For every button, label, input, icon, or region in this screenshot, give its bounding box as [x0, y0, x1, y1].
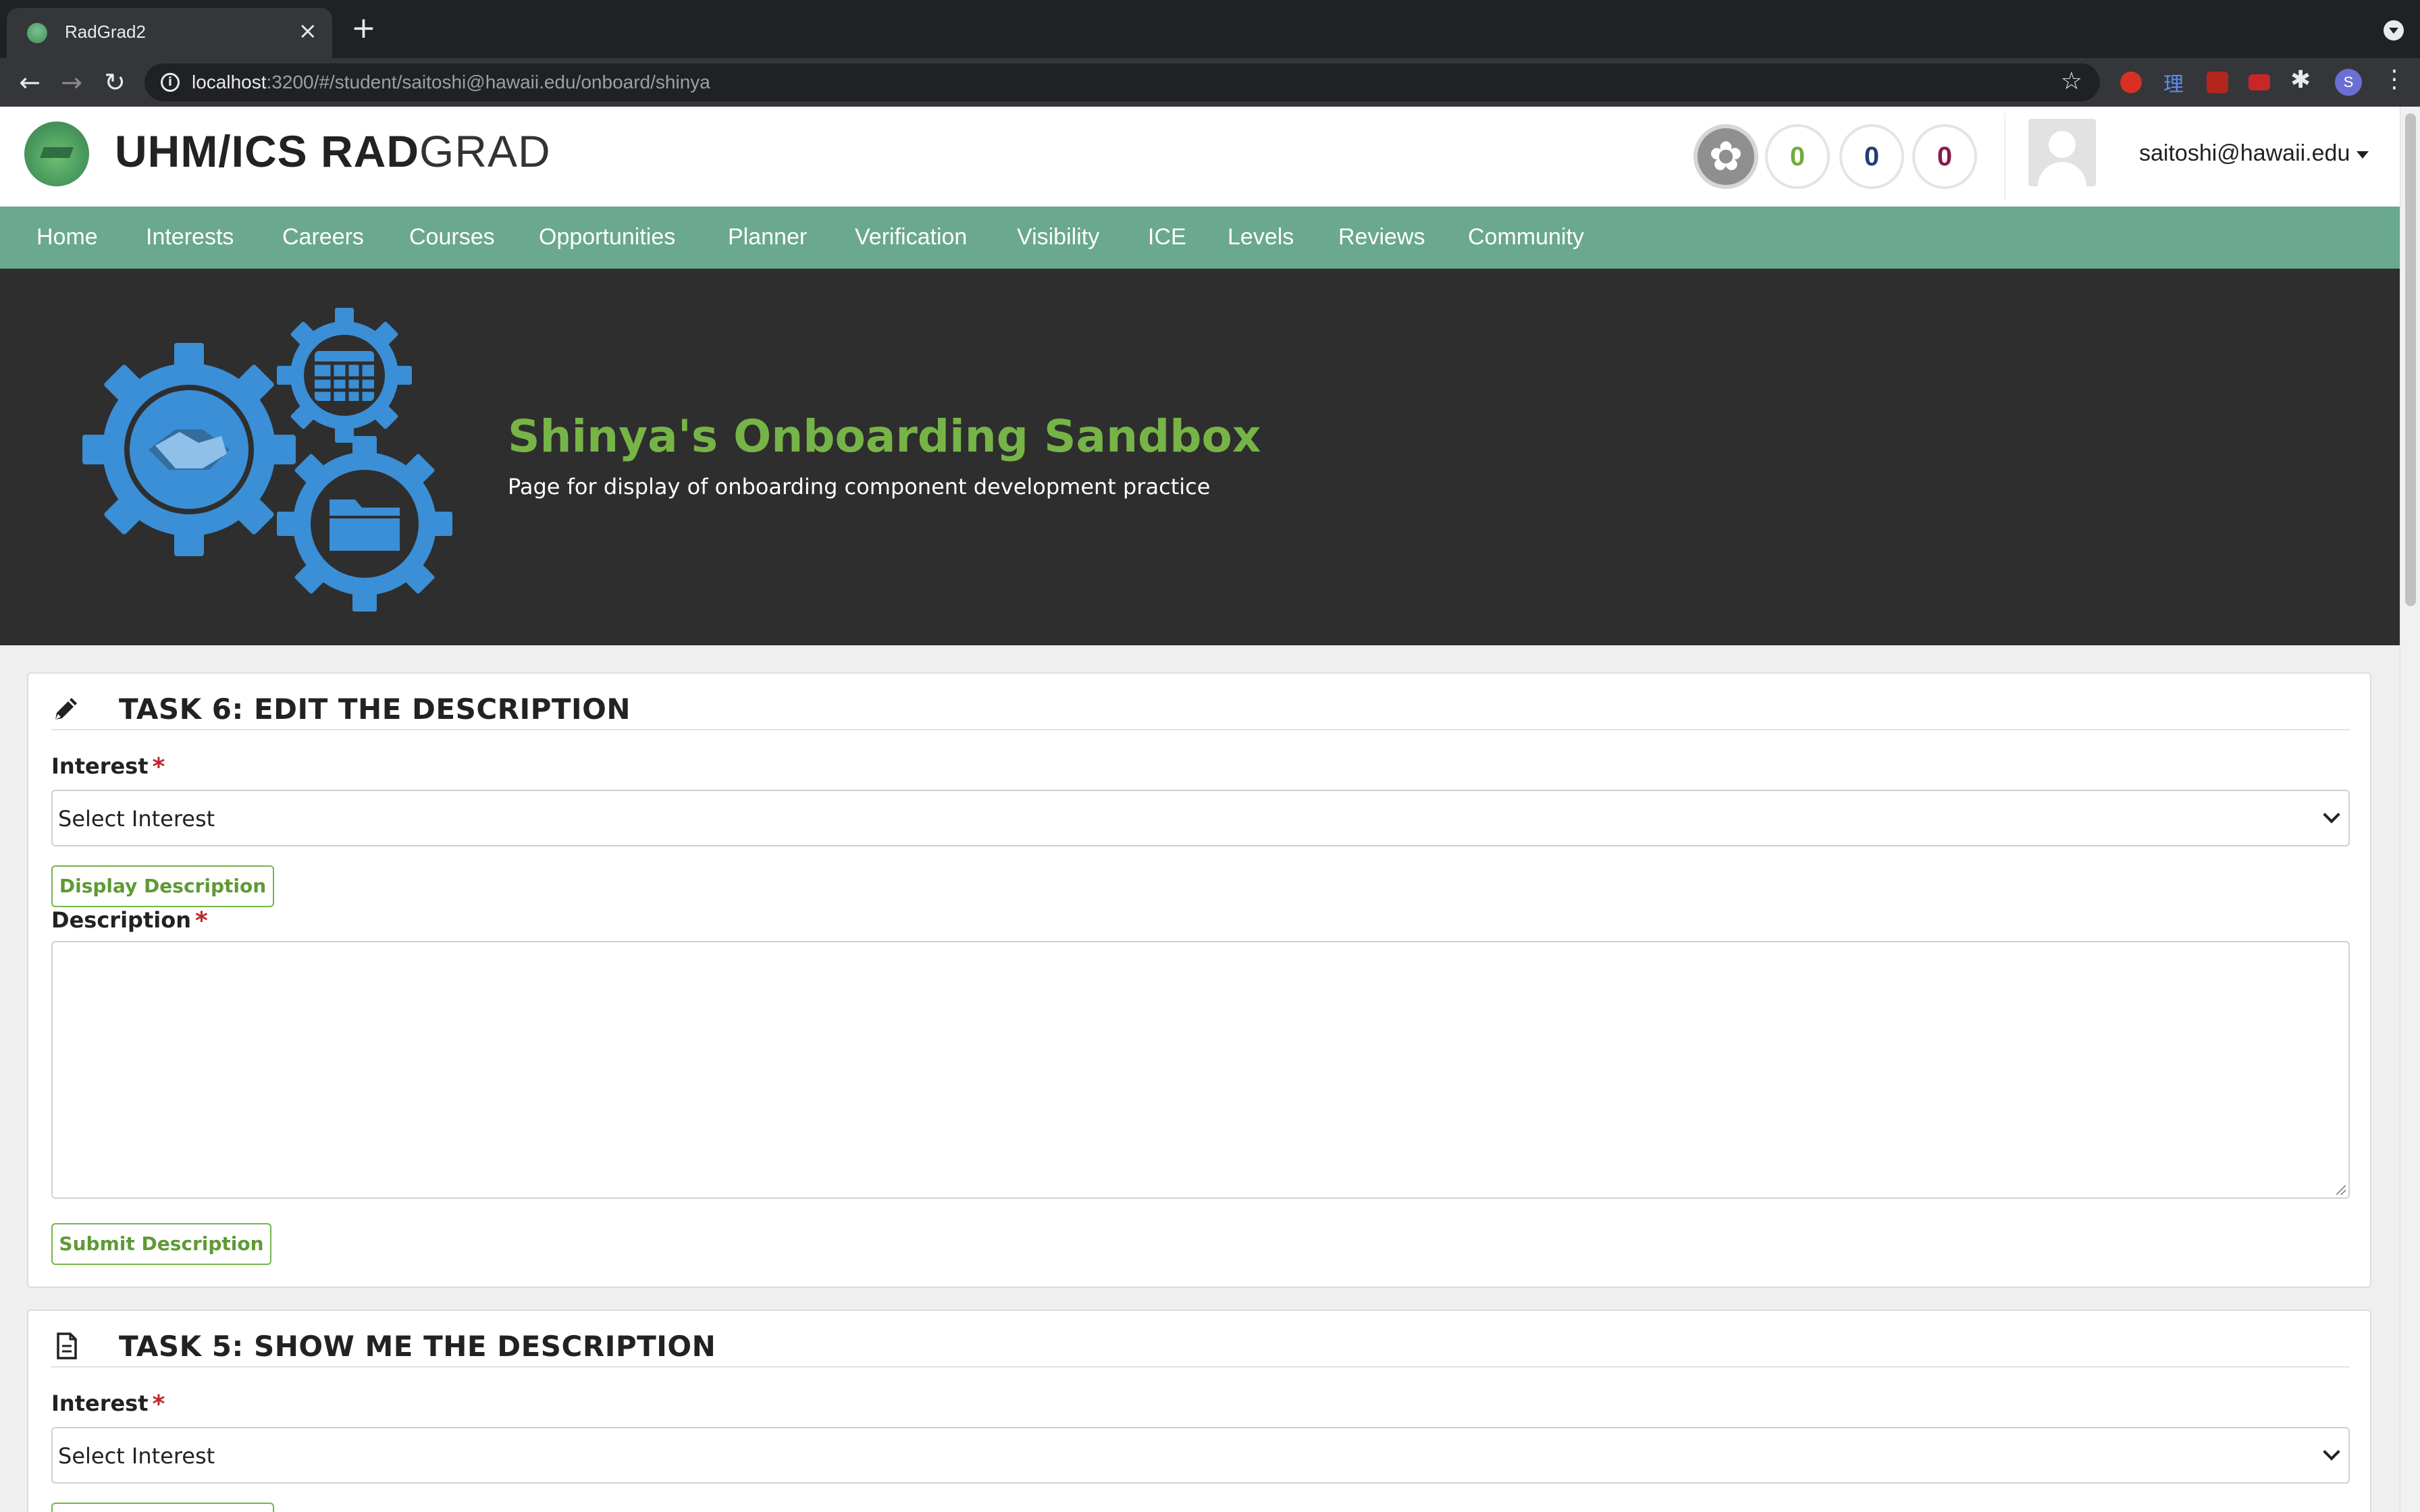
extension-icon[interactable]: [2207, 72, 2228, 93]
new-tab-icon[interactable]: +: [351, 14, 376, 43]
header-divider: [2004, 113, 2005, 200]
url-text: localhost:3200/#/student/saitoshi@hawaii…: [192, 72, 710, 92]
task5-card: TASK 5: SHOW ME THE DESCRIPTION Interest…: [27, 1310, 2371, 1512]
interest-select[interactable]: Select Interest: [51, 790, 2350, 846]
browser-tabstrip: RadGrad2 × +: [0, 0, 2420, 58]
interest-label: Interest *: [51, 753, 165, 781]
chevron-down-icon: [2323, 806, 2340, 824]
task6-header: TASK 6: EDIT THE DESCRIPTION: [51, 691, 2350, 730]
brand-title[interactable]: UHM/ICS RADGRAD: [115, 126, 551, 177]
display-description-button[interactable]: [51, 1503, 274, 1512]
browser-toolbar: ← → ↻ i localhost:3200/#/student/saitosh…: [0, 58, 2420, 107]
nav-item-interests[interactable]: Interests: [146, 224, 234, 250]
required-mark: *: [152, 753, 165, 781]
task6-card: TASK 6: EDIT THE DESCRIPTION Interest * S…: [27, 672, 2371, 1288]
nav-item-careers[interactable]: Careers: [282, 224, 364, 250]
banner-title: Shinya's Onboarding Sandbox: [508, 410, 1261, 462]
gears-illustration-icon: [82, 308, 452, 612]
back-icon[interactable]: ←: [14, 66, 46, 99]
ice-innovation-score[interactable]: 0: [1765, 124, 1830, 189]
tab-title: RadGrad2: [65, 22, 146, 42]
star-icon[interactable]: ☆: [2061, 68, 2082, 95]
extension-icon[interactable]: 理: [2163, 68, 2188, 97]
required-mark: *: [152, 1390, 165, 1418]
ice-emblem-icon[interactable]: ✿: [1693, 124, 1758, 189]
tab-close-icon[interactable]: ×: [298, 18, 318, 45]
resize-grip-icon[interactable]: [2336, 1185, 2346, 1195]
description-textarea[interactable]: [51, 941, 2350, 1199]
pencil-icon: [55, 698, 77, 720]
user-menu[interactable]: saitoshi@hawaii.edu: [2139, 140, 2369, 167]
app-header: UHM/ICS RADGRAD ✿ 0 0 0 saitoshi@hawaii.…: [0, 107, 2400, 207]
address-bar[interactable]: i localhost:3200/#/student/saitoshi@hawa…: [144, 63, 2100, 101]
scrollbar-thumb[interactable]: [2405, 113, 2416, 606]
task5-title: TASK 5: SHOW ME THE DESCRIPTION: [119, 1330, 716, 1363]
page-banner: Shinya's Onboarding Sandbox Page for dis…: [0, 269, 2400, 645]
description-label: Description *: [51, 907, 208, 935]
profile-avatar[interactable]: S: [2335, 69, 2362, 96]
interest-label: Interest *: [51, 1390, 165, 1418]
extension-icon[interactable]: [2248, 74, 2270, 90]
nav-item-visibility[interactable]: Visibility: [1017, 224, 1099, 250]
task6-title: TASK 6: EDIT THE DESCRIPTION: [119, 693, 631, 726]
banner-subtitle: Page for display of onboarding component…: [508, 474, 1211, 500]
caret-down-icon: [2357, 151, 2369, 159]
nav-item-planner[interactable]: Planner: [728, 224, 807, 250]
nav-item-home[interactable]: Home: [36, 224, 98, 250]
main-nav: Home Interests Careers Courses Opportuni…: [0, 207, 2400, 269]
nav-item-ice[interactable]: ICE: [1148, 224, 1186, 250]
file-text-icon: [57, 1332, 77, 1359]
ice-experience-score[interactable]: 0: [1912, 124, 1977, 189]
display-description-button[interactable]: Display Description: [51, 865, 274, 907]
page-scrollbar[interactable]: [2400, 107, 2420, 1512]
nav-item-opportunities[interactable]: Opportunities: [539, 224, 675, 250]
nav-item-community[interactable]: Community: [1468, 224, 1584, 250]
nav-item-levels[interactable]: Levels: [1228, 224, 1294, 250]
submit-description-button[interactable]: Submit Description: [51, 1223, 271, 1265]
nav-item-courses[interactable]: Courses: [409, 224, 495, 250]
nav-item-verification[interactable]: Verification: [855, 224, 967, 250]
ice-competency-score[interactable]: 0: [1839, 124, 1904, 189]
required-mark: *: [194, 907, 208, 935]
browser-tab[interactable]: RadGrad2 ×: [7, 8, 332, 58]
info-icon[interactable]: i: [161, 73, 180, 92]
puzzle-icon[interactable]: ✱: [2290, 66, 2311, 94]
user-avatar[interactable]: [2028, 119, 2096, 186]
kebab-icon[interactable]: ⋮: [2382, 68, 2406, 92]
nav-item-reviews[interactable]: Reviews: [1338, 224, 1425, 250]
forward-icon[interactable]: →: [55, 66, 88, 99]
task5-header: TASK 5: SHOW ME THE DESCRIPTION: [51, 1328, 2350, 1368]
tab-search-icon[interactable]: [2384, 20, 2404, 40]
radgrad-favicon-icon: [27, 23, 47, 43]
chevron-down-icon: [2323, 1443, 2340, 1461]
radgrad-logo[interactable]: [24, 122, 89, 186]
extension-icon[interactable]: [2120, 72, 2142, 93]
reload-icon[interactable]: ↻: [99, 66, 131, 99]
interest-select[interactable]: Select Interest: [51, 1427, 2350, 1484]
